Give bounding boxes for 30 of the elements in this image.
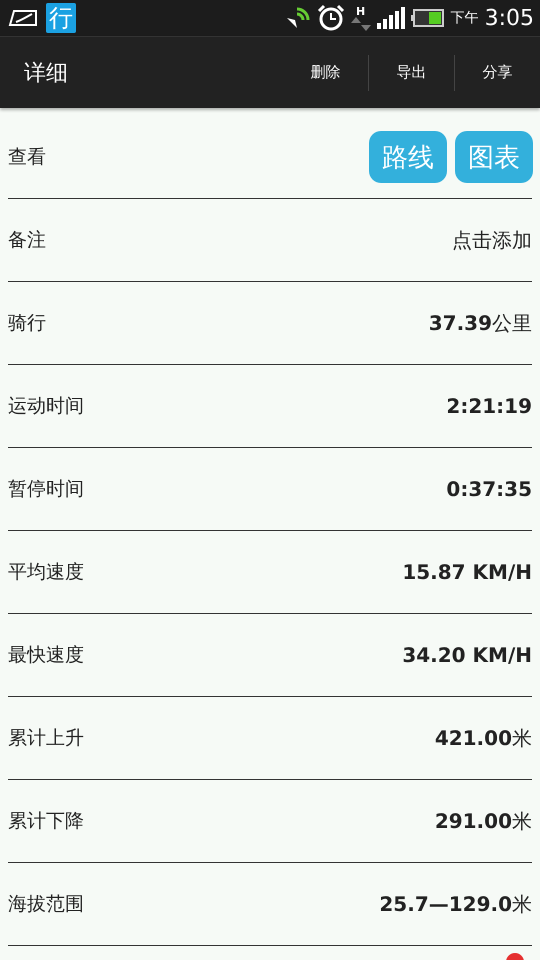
header-action-button[interactable]: 导出 [369,36,454,108]
signal-icon [376,7,405,29]
row-value: 25.7—129.0米 [379,890,532,918]
row-value: 421.00米 [434,724,532,752]
row-label: 运动时间 [8,394,84,419]
network-type-indicator: H [350,6,371,30]
time-period: 下午 [450,9,479,27]
row-label: 平均速度 [8,560,84,585]
row-value: 291.00米 [434,808,532,834]
clock-time: 3:05 [484,6,534,30]
row-value: 15.87 KM/H [402,560,532,584]
row-label: 暂停时间 [8,477,84,502]
header-action-button[interactable]: 分享 [455,36,540,108]
row-label: 骑行 [8,311,46,336]
row-value: 2:21:19 [446,394,532,418]
row-label: 累计下降 [8,809,84,834]
satellite-icon [284,6,311,30]
header-action-button[interactable]: 删除 [283,36,368,108]
row-label: 最快速度 [8,643,84,668]
row-label: 查看 [8,145,46,170]
row-value: 0:37:35 [446,477,532,501]
row-label: 备注 [8,228,46,253]
page-title: 详细 [23,60,69,88]
row-value: 点击添加 [452,226,532,254]
row-value: 37.39公里 [428,310,532,336]
row-value: 34.20 KM/H [402,643,532,667]
alarm-icon [316,4,345,32]
row-label: 累计上升 [8,726,84,751]
row-label: 海拔范围 [8,892,84,917]
app-icon: 行 [46,3,76,33]
